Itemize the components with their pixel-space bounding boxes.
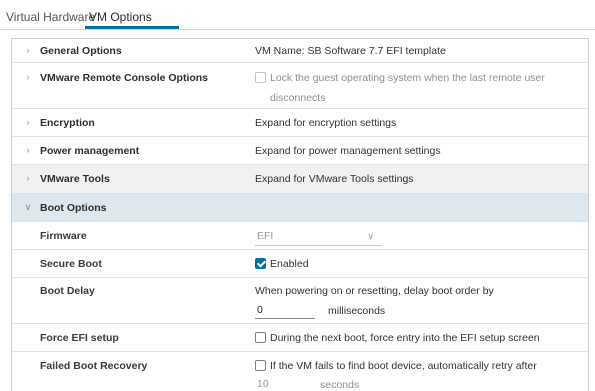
failed-boot-recovery-text: If the VM fails to find boot device, aut… [270, 360, 537, 372]
failed-boot-recovery-checkbox[interactable] [255, 360, 266, 371]
firmware-select[interactable]: EFI ∨ [255, 226, 382, 246]
vmware-tools-value: Expand for VMware Tools settings [255, 173, 414, 185]
tab-virtual-hardware[interactable]: Virtual Hardware [6, 10, 95, 24]
secure-boot-option[interactable]: Enabled [255, 258, 309, 270]
active-tab-indicator [85, 26, 179, 29]
row-failed-boot-recovery: Failed Boot Recovery If the VM fails to … [12, 352, 588, 391]
secure-boot-text: Enabled [270, 258, 309, 270]
lock-guest-os-checkbox[interactable] [255, 72, 266, 83]
boot-delay-unit: milliseconds [328, 305, 386, 317]
encryption-value: Expand for encryption settings [255, 117, 397, 129]
chevron-down-icon[interactable]: ∨ [23, 202, 33, 213]
chevron-right-icon[interactable]: › [23, 117, 33, 127]
general-options-value: VM Name: SB Software 7.7 EFI template [255, 45, 446, 57]
tab-bar: Virtual Hardware VM Options [0, 0, 595, 30]
row-boot-options[interactable]: ∨ Boot Options [12, 194, 588, 222]
chevron-right-icon[interactable]: › [23, 45, 33, 55]
row-encryption[interactable]: › Encryption Expand for encryption setti… [12, 109, 588, 137]
encryption-label: Encryption [40, 117, 95, 129]
row-firmware: Firmware EFI ∨ [12, 222, 588, 250]
chevron-right-icon[interactable]: › [23, 72, 33, 82]
secure-boot-label: Secure Boot [40, 258, 102, 270]
failed-boot-retry-unit: seconds [320, 379, 360, 391]
boot-delay-input[interactable]: 0 [255, 301, 315, 319]
boot-delay-description: When powering on or resetting, delay boo… [255, 285, 494, 297]
general-options-label: General Options [40, 45, 122, 57]
vm-options-grid: › General Options VM Name: SB Software 7… [11, 38, 589, 391]
boot-options-label: Boot Options [40, 202, 107, 214]
lock-guest-os-text-2: disconnects [270, 92, 326, 104]
force-efi-label: Force EFI setup [40, 332, 119, 344]
firmware-selected-value: EFI [257, 230, 274, 242]
remote-console-label: VMware Remote Console Options [40, 72, 209, 84]
row-force-efi-setup: Force EFI setup During the next boot, fo… [12, 324, 588, 352]
force-efi-option[interactable]: During the next boot, force entry into t… [255, 332, 540, 344]
tab-vm-options[interactable]: VM Options [89, 10, 152, 24]
failed-boot-recovery-label: Failed Boot Recovery [40, 360, 148, 372]
row-boot-delay: Boot Delay When powering on or resetting… [12, 278, 588, 324]
row-remote-console-options[interactable]: › VMware Remote Console Options Lock the… [12, 63, 588, 109]
row-vmware-tools[interactable]: › VMware Tools Expand for VMware Tools s… [12, 165, 588, 194]
vmware-tools-label: VMware Tools [40, 173, 110, 185]
row-power-management[interactable]: › Power management Expand for power mana… [12, 137, 588, 165]
force-efi-text: During the next boot, force entry into t… [270, 332, 540, 344]
failed-boot-recovery-option[interactable]: If the VM fails to find boot device, aut… [255, 360, 537, 372]
chevron-down-icon: ∨ [367, 231, 374, 241]
power-management-label: Power management [40, 145, 140, 157]
power-management-value: Expand for power management settings [255, 145, 441, 157]
chevron-right-icon[interactable]: › [23, 173, 33, 183]
row-general-options[interactable]: › General Options VM Name: SB Software 7… [12, 39, 588, 63]
lock-guest-os-option[interactable]: Lock the guest operating system when the… [255, 72, 545, 84]
row-secure-boot: Secure Boot Enabled [12, 250, 588, 278]
chevron-right-icon[interactable]: › [23, 145, 33, 155]
force-efi-checkbox[interactable] [255, 332, 266, 343]
firmware-label: Firmware [40, 230, 87, 242]
secure-boot-checkbox[interactable] [255, 258, 266, 269]
failed-boot-retry-input[interactable]: 10 [255, 375, 315, 391]
boot-delay-label: Boot Delay [40, 285, 95, 297]
lock-guest-os-text-1: Lock the guest operating system when the… [270, 72, 545, 84]
